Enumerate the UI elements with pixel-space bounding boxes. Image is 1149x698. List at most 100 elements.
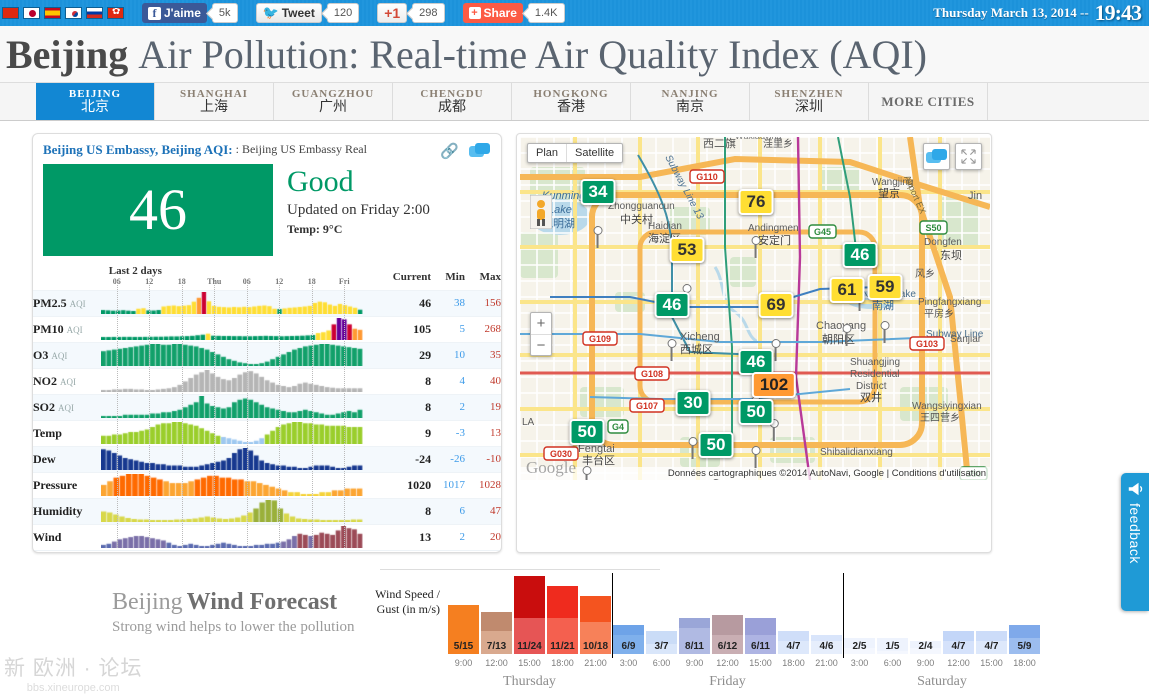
map-type-satellite[interactable]: Satellite [566, 144, 622, 162]
map-label: District [856, 381, 887, 392]
wind-title-main: Wind Forecast [186, 589, 338, 615]
wind-bar-hour: 15:00 [518, 658, 541, 668]
row-current: 1020 [407, 477, 432, 492]
map-aqi-marker[interactable]: 46 [654, 292, 690, 361]
table-row: PM2.5 AQI 46 38 156 [33, 281, 501, 316]
map-label: 望京 [878, 186, 900, 200]
row-label: PM2.5 [33, 295, 67, 310]
marker-stick [774, 339, 777, 361]
tab-shenzhen[interactable]: SHENZHEN 深圳 [750, 83, 869, 120]
row-name: PM2.5 AQI [33, 290, 101, 316]
wind-bar-label: 7/13 [486, 641, 507, 652]
map-aqi-marker[interactable]: 59 [867, 274, 903, 343]
zoom-in-button[interactable]: + [531, 313, 551, 334]
spain-flag-icon[interactable] [44, 7, 61, 19]
tab-nanjing[interactable]: NANJING 南京 [631, 83, 750, 120]
wind-bar-hour: 6:00 [652, 658, 671, 668]
aqi-temp: Temp: 9°C [287, 222, 343, 236]
marker-stick [585, 466, 588, 480]
wind-day-label: Thursday [503, 674, 556, 689]
row-max: 13 [490, 427, 501, 439]
share-label: Share [483, 6, 517, 20]
wind-bar-hour: 12:00 [485, 658, 508, 668]
tab-chengdu[interactable]: CHENGDU 成都 [393, 83, 512, 120]
map-aqi-marker[interactable]: 61 [829, 277, 865, 346]
map-type-switcher[interactable]: Plan Satellite [527, 143, 624, 163]
wind-bar-label: 11/21 [550, 641, 575, 652]
map-label: 西二旗 [703, 137, 736, 150]
share-button[interactable]: + Share 1.4K [462, 3, 565, 23]
wind-bar-hour: 18:00 [782, 658, 805, 668]
aqi-value-box: 46 [43, 164, 273, 256]
tab-more-cities[interactable]: MORE CITIES [869, 83, 988, 120]
russia-flag-icon[interactable] [86, 7, 103, 19]
col-max: Max [479, 270, 501, 283]
google-plus-one-button[interactable]: +1 298 [377, 3, 445, 23]
tab-label-cn: 上海 [200, 100, 228, 115]
map-label: 风乡 [915, 268, 935, 280]
tab-label-cn: 深圳 [795, 100, 823, 115]
marker-stick [691, 437, 694, 459]
map-label: Shuangjing [850, 357, 900, 368]
row-current: 8 [425, 399, 432, 414]
map-top-right-controls[interactable] [923, 143, 982, 170]
row-label: Wind [33, 529, 62, 544]
wind-day-divider [843, 573, 844, 658]
map-label: Wangsiyingxian [912, 401, 982, 412]
row-max: 268 [484, 323, 502, 335]
tab-guangzhou[interactable]: GUANGZHOU 广州 [274, 83, 393, 120]
row-min: 4 [459, 375, 465, 387]
aqi-map[interactable]: ParkSubway Line 13西二旗洼里乡WuxiaoyingKunmin… [520, 137, 990, 480]
windows-icon[interactable] [469, 143, 491, 159]
table-row: Temp 9 -3 13 [33, 411, 501, 446]
wind-bar-hour: 6:00 [883, 658, 902, 668]
map-aqi-marker[interactable]: 76 [738, 189, 774, 258]
japan-flag-icon[interactable] [23, 7, 40, 19]
road-shield: G107 [629, 398, 665, 413]
row-label: Pressure [33, 477, 78, 492]
tab-hongkong[interactable]: HONGKONG 香港 [512, 83, 631, 120]
row-max: 35 [490, 349, 501, 361]
marker-value: 34 [580, 179, 616, 205]
marker-value: 76 [738, 189, 774, 215]
wind-bar-label: 10/18 [582, 641, 609, 652]
china-flag-icon[interactable] [2, 7, 19, 19]
table-row: SO2 AQI 8 2 19 [33, 385, 501, 420]
marker-value: 102 [751, 372, 797, 398]
row-name: Wind [33, 524, 101, 550]
feedback-tab[interactable]: feedback [1121, 473, 1149, 611]
wind-axis-line2: Gust (in m/s) [376, 602, 440, 616]
tab-beijing[interactable]: BEIJING 北京 [36, 83, 155, 120]
tab-shanghai[interactable]: SHANGHAI 上海 [155, 83, 274, 120]
map-zoom-control[interactable]: + − [530, 312, 552, 356]
south-korea-flag-icon[interactable] [65, 7, 82, 19]
facebook-like-button[interactable]: f J'aime 5k [142, 3, 238, 23]
table-row: O3 AQI 29 10 35 [33, 333, 501, 368]
tab-label-cn: 广州 [319, 100, 347, 115]
zoom-out-button[interactable]: − [531, 334, 551, 355]
google-plus-label: +1 [384, 5, 401, 21]
language-flags[interactable] [2, 7, 124, 19]
time-ticks: 06 12 18 Thu 06 12 18 Fri [101, 277, 385, 288]
twitter-tweet-button[interactable]: 🐦 Tweet 120 [255, 3, 360, 23]
wind-bar-label: 3/7 [654, 641, 669, 652]
marker-stick [754, 446, 757, 468]
hong-kong-flag-icon[interactable] [107, 7, 124, 19]
row-unit: AQI [60, 376, 76, 387]
row-min: 2 [459, 401, 465, 413]
marker-stick [670, 339, 673, 361]
tab-label-en: HONGKONG [533, 88, 609, 100]
row-min: 38 [453, 297, 465, 309]
wind-bar-hour: 18:00 [551, 658, 574, 668]
table-row: Dew -24 -26 -10 [33, 437, 501, 472]
street-view-pegman-icon[interactable] [530, 195, 552, 229]
map-aqi-marker[interactable]: 50 [738, 399, 774, 468]
share-icon[interactable]: 🔗 [440, 142, 459, 160]
map-type-plan[interactable]: Plan [528, 144, 566, 162]
map-aqi-marker[interactable]: 34 [580, 179, 616, 248]
fullscreen-icon[interactable] [955, 143, 982, 170]
wind-title-city: Beijing [112, 589, 183, 615]
layers-icon[interactable] [923, 143, 950, 170]
wind-bar-hour: 3:00 [619, 658, 638, 668]
map-aqi-marker[interactable]: 50 [698, 432, 734, 480]
